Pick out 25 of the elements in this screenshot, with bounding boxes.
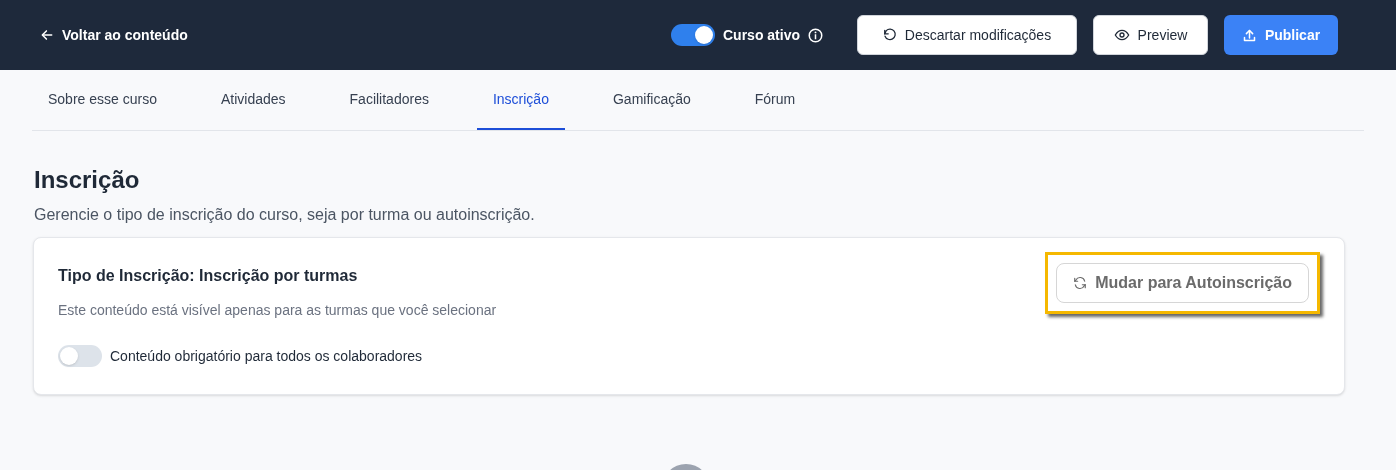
publish-button[interactable]: Publicar bbox=[1224, 15, 1338, 55]
arrow-left-icon bbox=[40, 28, 54, 42]
section-title: Inscrição bbox=[34, 165, 141, 195]
tab[interactable]: Sobre esse curso bbox=[32, 70, 173, 130]
tab[interactable]: Facilitadores bbox=[333, 70, 445, 130]
discard-button[interactable]: Descartar modificações bbox=[857, 15, 1077, 55]
refresh-icon bbox=[1073, 276, 1088, 290]
switch-enrollment-button[interactable]: Mudar para Autoinscrição bbox=[1056, 263, 1309, 303]
card-subtitle: Este conteúdo está visível apenas para as turmas que você selecionar bbox=[58, 301, 497, 320]
toggle-label: Curso ativo bbox=[723, 25, 800, 45]
tab[interactable]: Fórum bbox=[738, 70, 812, 130]
tab[interactable]: Inscrição bbox=[476, 70, 565, 130]
toggle-switch[interactable] bbox=[671, 24, 715, 46]
undo-icon bbox=[882, 28, 897, 42]
eye-icon bbox=[1113, 27, 1130, 43]
tab[interactable]: Gamificação bbox=[596, 70, 707, 130]
upload-icon bbox=[1241, 27, 1257, 43]
section-description: Gerencie o tipo de inscrição do curso, seja por turma ou autoinscrição. bbox=[34, 205, 536, 225]
preview-button[interactable]: Preview bbox=[1093, 15, 1208, 55]
back-link[interactable]: Voltar ao conteúdo bbox=[40, 24, 188, 46]
info-icon bbox=[808, 27, 823, 43]
toggle-switch[interactable] bbox=[58, 345, 102, 367]
toggle-label: Conteúdo obrigatório para todos os colaboradores bbox=[110, 346, 423, 366]
card-title: Tipo de Inscrição: Inscrição por turmas bbox=[58, 266, 359, 286]
tab[interactable]: Atividades bbox=[204, 70, 302, 130]
